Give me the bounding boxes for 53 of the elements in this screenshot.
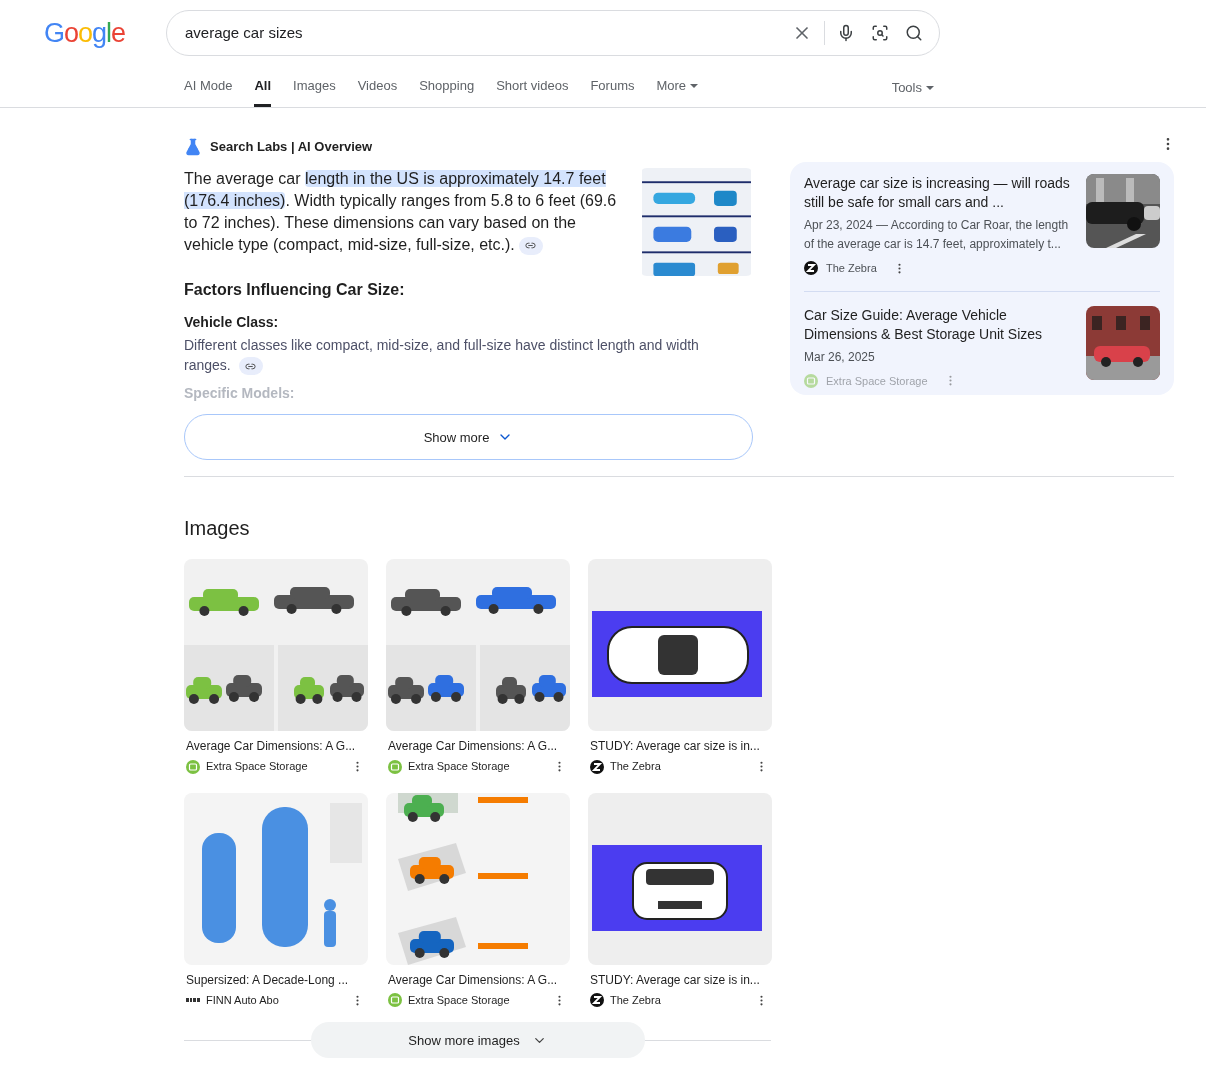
- search-tab[interactable]: Short videos: [496, 68, 569, 107]
- summary-paragraph: The average car length in the US is approximately 14.7 feet (176.4 inches). Width typically ranges from 5.8 to 6 feet (69.6 to 72 inches). These dimensions can vary based on the vehicle type (compact, mid-size, full-size, etc.).: [184, 169, 618, 257]
- image-title[interactable]: Average Car Dimensions: A G...: [386, 970, 570, 989]
- image-title[interactable]: Supersized: A Decade-Long ...: [184, 970, 368, 989]
- search-tab[interactable]: Forums: [590, 68, 635, 107]
- source-name: FINN Auto Abo: [206, 992, 280, 1008]
- tools-button[interactable]: Tools: [891, 77, 934, 98]
- flask-icon: [184, 138, 202, 156]
- images-heading: Images: [184, 516, 251, 542]
- storage-logo-icon: [388, 759, 402, 774]
- storage-logo-icon: [186, 759, 200, 774]
- subsection-heading: Specific Models:: [184, 384, 296, 404]
- zebra-logo-icon: [590, 759, 604, 774]
- zebra-logo-icon: [590, 993, 604, 1008]
- camera-search-icon[interactable]: [871, 24, 889, 42]
- source-name: Extra Space Storage: [408, 759, 511, 775]
- google-logo[interactable]: Google: [44, 12, 166, 54]
- zebra-logo-icon: [804, 261, 818, 276]
- source-title[interactable]: Average car size is increasing — will roads still be safe for small cars and ...: [804, 174, 1074, 212]
- search-tab[interactable]: AI Mode: [184, 68, 233, 107]
- section-heading: Factors Influencing Car Size:: [184, 280, 406, 300]
- finn-logo-icon: [186, 997, 200, 1004]
- subsection-heading: Vehicle Class:: [184, 313, 280, 332]
- caret-icon: [926, 85, 934, 90]
- source-snippet: Apr 23, 2024 — According to Car Roar, the length of the average car is 14.7 feet, approximately t...: [804, 217, 1070, 253]
- subsection-text: Different classes like compact, mid-size, and full-size have distinct length and width ranges.: [184, 335, 754, 376]
- source-name: Extra Space Storage: [408, 992, 511, 1008]
- image-title[interactable]: STUDY: Average car size is in...: [588, 737, 772, 756]
- search-field[interactable]: average car sizes: [185, 21, 792, 45]
- search-icon[interactable]: [905, 24, 923, 42]
- source-name: Extra Space Storage: [826, 373, 928, 389]
- ai-overview-label: Search Labs | AI Overview: [210, 138, 373, 157]
- image-title[interactable]: Average Car Dimensions: A G...: [184, 737, 368, 756]
- source-name: The Zebra: [610, 992, 662, 1008]
- link-icon[interactable]: [518, 236, 543, 255]
- search-tab[interactable]: More: [656, 68, 699, 107]
- storage-logo-icon: [804, 373, 818, 388]
- microphone-icon[interactable]: [837, 24, 855, 42]
- source-snippet: Mar 26, 2025: [804, 348, 876, 366]
- source-name: Extra Space Storage: [206, 759, 309, 775]
- source-name: The Zebra: [826, 261, 877, 276]
- show-more-images-button[interactable]: Show more images: [310, 1022, 645, 1059]
- source-name: The Zebra: [610, 759, 662, 775]
- search-tab[interactable]: Videos: [357, 68, 398, 107]
- source-title[interactable]: Car Size Guide: Average Vehicle Dimensions & Best Storage Unit Sizes: [804, 305, 1074, 344]
- search-tab[interactable]: Shopping: [419, 68, 475, 107]
- storage-logo-icon: [388, 993, 402, 1008]
- caret-icon: [690, 84, 699, 88]
- search-tab[interactable]: All: [254, 68, 272, 107]
- image-title[interactable]: STUDY: Average car size is in...: [588, 970, 772, 989]
- search-tab[interactable]: Images: [293, 68, 336, 107]
- image-title[interactable]: Average Car Dimensions: A G...: [386, 737, 570, 756]
- link-icon[interactable]: [238, 357, 263, 376]
